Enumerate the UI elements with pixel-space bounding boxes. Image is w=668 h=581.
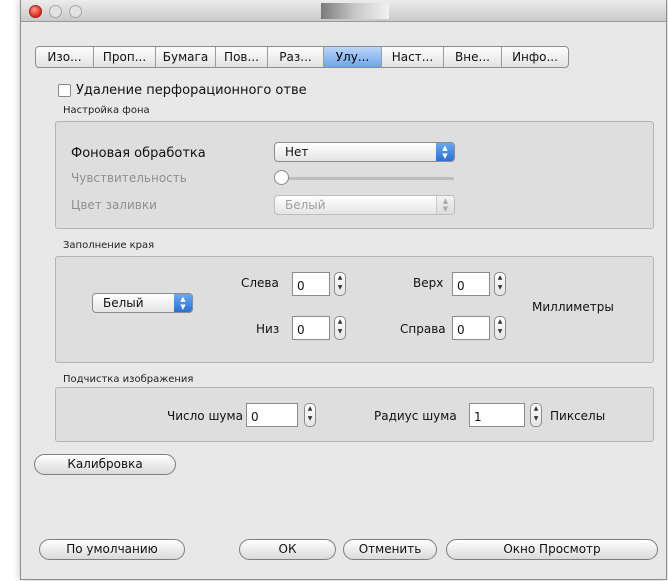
noise-count-field[interactable]: 0 (246, 403, 298, 427)
noise-count-label: Число шума (167, 409, 243, 423)
tab-external[interactable]: Вне... (444, 47, 502, 67)
background-section-label: Настройка фона (63, 105, 150, 116)
tab-properties[interactable]: Проп... (94, 47, 156, 67)
right-margin-stepper[interactable]: ▲ ▼ (494, 316, 506, 340)
tab-bar: Изо... Проп... Бумага Пов... Раз... Улу.… (35, 46, 569, 68)
perforation-removal-option[interactable]: Удаление перфорационного отве (58, 83, 307, 98)
noise-count-stepper[interactable]: ▲ ▼ (304, 403, 316, 427)
cleanup-section-label: Подчистка изображения (63, 374, 194, 385)
sensitivity-slider-knob[interactable] (274, 170, 289, 185)
left-margin-field[interactable]: 0 (292, 272, 330, 296)
edge-fill-color-popup[interactable]: Белый ▲ ▼ (92, 293, 193, 313)
tab-rotation[interactable]: Пов... (216, 47, 268, 67)
bottom-margin-label: Низ (256, 322, 280, 336)
perforation-checkbox[interactable] (58, 84, 71, 97)
tab-enhancement[interactable]: Улу... (324, 47, 382, 67)
background-processing-value: Нет (285, 145, 309, 159)
popup-arrows-icon: ▲ ▼ (436, 196, 454, 214)
edge-units-label: Миллиметры (532, 300, 614, 314)
fill-color-popup[interactable]: Белый ▲ ▼ (274, 195, 455, 215)
tab-paper[interactable]: Бумага (156, 47, 216, 67)
background-processing-popup[interactable]: Нет ▲ ▼ (274, 142, 455, 162)
bottom-margin-stepper[interactable]: ▲ ▼ (334, 316, 346, 340)
right-margin-label: Справа (400, 322, 446, 336)
right-margin-field[interactable]: 0 (452, 316, 490, 340)
popup-arrows-icon: ▲ ▼ (436, 143, 454, 161)
noise-radius-stepper[interactable]: ▲ ▼ (530, 403, 542, 427)
noise-units-label: Пикселы (550, 409, 606, 423)
noise-radius-field[interactable]: 1 (469, 403, 525, 427)
popup-arrows-icon: ▲ ▼ (174, 294, 192, 312)
noise-radius-label: Радиус шума (374, 409, 457, 423)
perforation-label: Удаление перфорационного отве (76, 83, 307, 98)
left-margin-stepper[interactable]: ▲ ▼ (334, 272, 346, 296)
minimize-window-button[interactable] (49, 5, 62, 18)
left-margin-label: Слева (241, 276, 279, 290)
title-bar (21, 0, 666, 22)
sensitivity-slider[interactable] (280, 177, 454, 180)
top-margin-field[interactable]: 0 (452, 272, 490, 296)
dialog-window: Изо... Проп... Бумага Пов... Раз... Улу.… (20, 0, 667, 580)
preview-window-button[interactable]: Окно Просмотр (446, 539, 658, 560)
cleanup-group: Число шума 0 ▲ ▼ Радиус шума 1 ▲ ▼ Пикселы (55, 387, 654, 442)
calibration-button[interactable]: Калибровка (34, 454, 176, 475)
edge-fill-section-label: Заполнение края (63, 240, 155, 251)
fill-color-label: Цвет заливки (71, 198, 157, 212)
zoom-window-button[interactable] (69, 5, 82, 18)
sensitivity-label: Чувствительность (71, 171, 187, 185)
tab-separation[interactable]: Раз... (268, 47, 324, 67)
background-group: Фоновая обработка Нет ▲ ▼ Чувствительност… (55, 121, 654, 229)
close-window-button[interactable] (29, 5, 42, 18)
top-margin-label: Верх (413, 276, 444, 290)
bottom-margin-field[interactable]: 0 (292, 316, 330, 340)
tab-info[interactable]: Инфо... (502, 47, 568, 67)
top-margin-stepper[interactable]: ▲ ▼ (494, 272, 506, 296)
window-title-graphic (321, 3, 389, 19)
background-processing-label: Фоновая обработка (71, 146, 206, 161)
ok-button[interactable]: ОК (239, 539, 336, 560)
cancel-button[interactable]: Отменить (343, 539, 437, 560)
edge-fill-color-value: Белый (103, 296, 144, 310)
fill-color-value: Белый (285, 198, 326, 212)
defaults-button[interactable]: По умолчанию (39, 539, 185, 560)
tab-settings[interactable]: Наст... (382, 47, 444, 67)
tab-image[interactable]: Изо... (36, 47, 94, 67)
edge-fill-group: Белый ▲ ▼ Слева 0 ▲ ▼ Верх 0 ▲ ▼ Миллиметры… (55, 256, 654, 363)
